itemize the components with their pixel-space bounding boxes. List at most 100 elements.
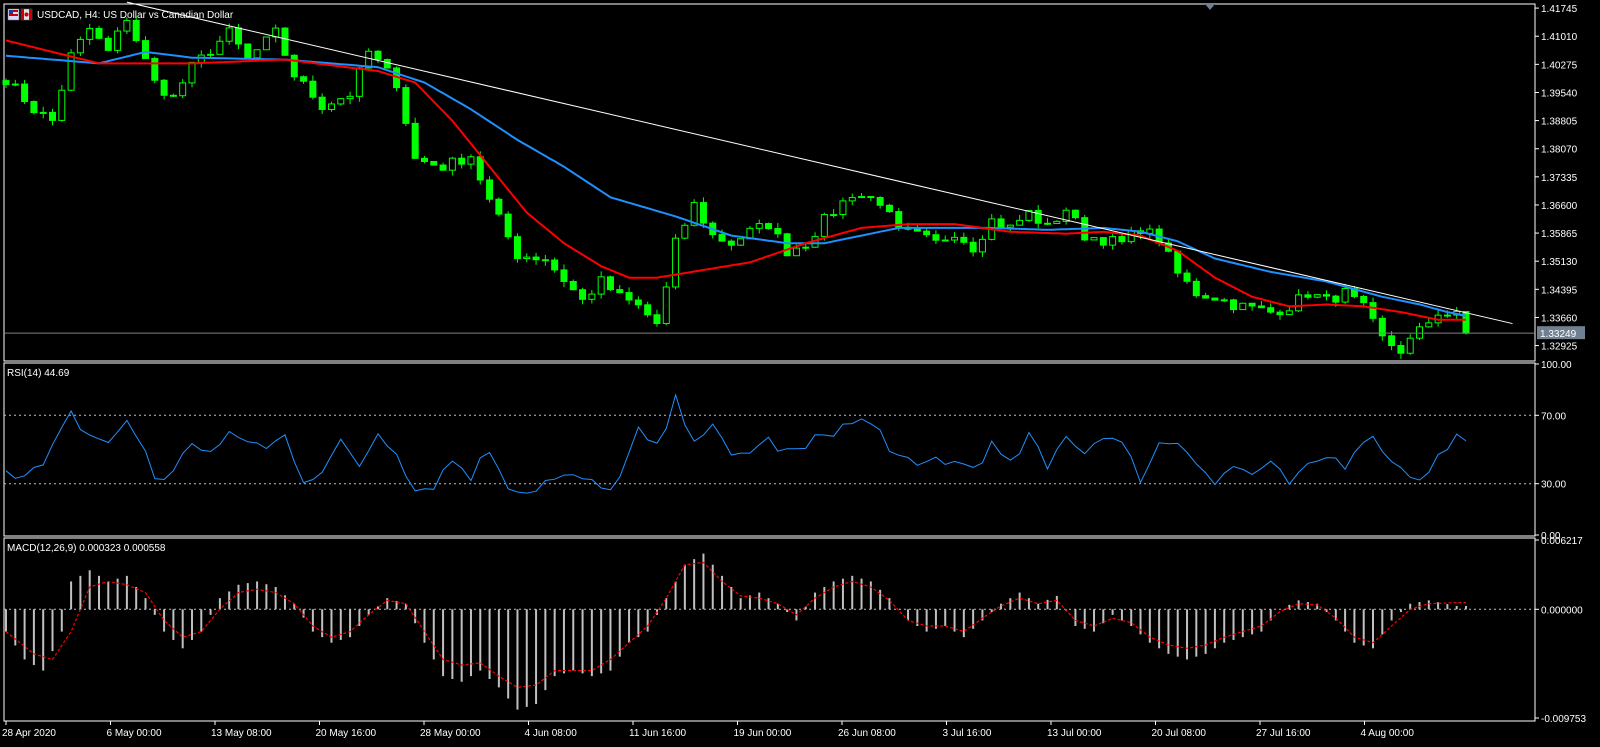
- candle-body: [1109, 236, 1117, 246]
- candle-body: [597, 276, 605, 295]
- candle-body: [439, 164, 447, 171]
- macd-tick-label: -0.009753: [1541, 714, 1586, 725]
- candle-body: [430, 160, 438, 166]
- rsi-panel[interactable]: [4, 393, 1535, 494]
- time-tick-label: 19 Jun 00:00: [734, 728, 792, 739]
- moving-average-fast: [5, 39, 1466, 321]
- candle-body: [1016, 219, 1024, 226]
- candle-body: [1099, 237, 1107, 246]
- candle-body: [476, 156, 484, 181]
- candle-body: [486, 179, 494, 200]
- candle-body: [1443, 314, 1451, 317]
- candle-body: [262, 36, 270, 51]
- candle-body: [1127, 230, 1135, 243]
- candle-body: [858, 196, 866, 199]
- candle-body: [932, 234, 940, 241]
- price-axis: 1.41745 1.41010 1.40275 1.39540 1.38805 1.380…: [1535, 4, 1586, 725]
- trading-chart[interactable]: 1.41745 1.41010 1.40275 1.39540 1.38805 1.380…: [0, 0, 1600, 742]
- candle-body: [188, 61, 196, 84]
- candle-body: [160, 79, 168, 96]
- candle-body: [21, 83, 29, 103]
- candle-body: [541, 259, 549, 262]
- candle-body: [1406, 337, 1414, 354]
- chart-canvas[interactable]: 1.41745 1.41010 1.40275 1.39540 1.38805 1.380…: [0, 0, 1600, 742]
- candle-body: [318, 96, 326, 110]
- candle-body: [272, 27, 280, 38]
- rsi-panel-frame: [3, 362, 1536, 537]
- price-tick-label: 1.33660: [1541, 313, 1578, 324]
- candle-body: [867, 196, 875, 199]
- candle-body: [606, 276, 614, 291]
- candle-body: [2, 80, 10, 85]
- macd-panel[interactable]: [4, 553, 1535, 710]
- candle-body: [76, 38, 84, 54]
- price-tick-label: 1.41010: [1541, 32, 1578, 43]
- candle-body: [234, 27, 242, 45]
- candle-body: [216, 40, 224, 55]
- candle-body: [839, 200, 847, 216]
- rsi-tick-label: 30.00: [1541, 480, 1566, 491]
- candle-body: [1034, 209, 1042, 224]
- price-tick-label: 1.37335: [1541, 173, 1578, 184]
- candle-body: [1332, 295, 1340, 303]
- price-tick-label: 1.34395: [1541, 285, 1578, 296]
- time-axis: 28 Apr 2020 6 May 00:00 13 May 08:00 20 May…: [2, 721, 1414, 739]
- candle-body: [467, 156, 475, 165]
- candle-body: [11, 83, 19, 86]
- candle-body: [1295, 294, 1303, 312]
- candle-body: [132, 19, 140, 42]
- candle-body: [560, 269, 568, 282]
- candle-body: [309, 80, 317, 98]
- chart-shift-marker[interactable]: [1205, 4, 1215, 10]
- candle-body: [727, 240, 735, 246]
- macd-panel-frame: [3, 537, 1536, 722]
- candle-body: [402, 87, 410, 124]
- candle-body: [1090, 237, 1098, 241]
- candle-body: [1202, 295, 1210, 299]
- time-tick-label: 11 Jun 16:00: [629, 728, 687, 739]
- candle-body: [1230, 299, 1238, 311]
- price-tick-label: 1.38805: [1541, 117, 1578, 128]
- candle-body: [207, 53, 215, 56]
- candle-body: [802, 246, 810, 249]
- candle-body: [551, 259, 559, 271]
- candle-body: [1174, 250, 1182, 274]
- candle-body: [644, 304, 652, 316]
- time-tick-label: 13 Jul 00:00: [1047, 728, 1102, 739]
- candle-body: [1397, 345, 1405, 354]
- candle-body: [383, 58, 391, 69]
- candle-body: [504, 213, 512, 238]
- candle-body: [1360, 295, 1368, 304]
- candle-body: [830, 214, 838, 217]
- candle-body: [95, 27, 103, 39]
- candle-body: [1388, 335, 1396, 347]
- candle-body: [448, 157, 456, 171]
- rsi-line: [5, 393, 1467, 494]
- candle-body: [1323, 294, 1331, 297]
- candle-body: [39, 111, 47, 114]
- candle-body: [1369, 302, 1377, 319]
- candle-body: [523, 256, 531, 260]
- candle-body: [681, 224, 689, 239]
- candle-body: [114, 30, 122, 51]
- candle-body: [1071, 209, 1079, 219]
- candle-body: [783, 233, 791, 257]
- candle-body: [588, 293, 596, 300]
- time-tick-label: 28 Apr 2020: [2, 728, 56, 739]
- rsi-tick-label: 70.00: [1541, 411, 1566, 422]
- price-tick-label: 1.36600: [1541, 201, 1578, 212]
- symbol-flag-icon: [7, 8, 33, 21]
- candle-body: [1267, 307, 1275, 313]
- candle-body: [1276, 311, 1284, 316]
- macd-tick-label: 0.006217: [1541, 536, 1583, 547]
- price-tick-label: 1.39540: [1541, 88, 1578, 99]
- candle-body: [951, 236, 959, 241]
- candle-body: [616, 289, 624, 294]
- time-tick-label: 20 Jul 08:00: [1152, 728, 1207, 739]
- candle-body: [411, 122, 419, 159]
- price-tick-label: 1.41745: [1541, 4, 1578, 15]
- price-panel[interactable]: [2, 1, 1535, 359]
- candle-body: [923, 230, 931, 236]
- candle-body: [774, 228, 782, 235]
- rsi-title: RSI(14) 44.69: [7, 368, 70, 379]
